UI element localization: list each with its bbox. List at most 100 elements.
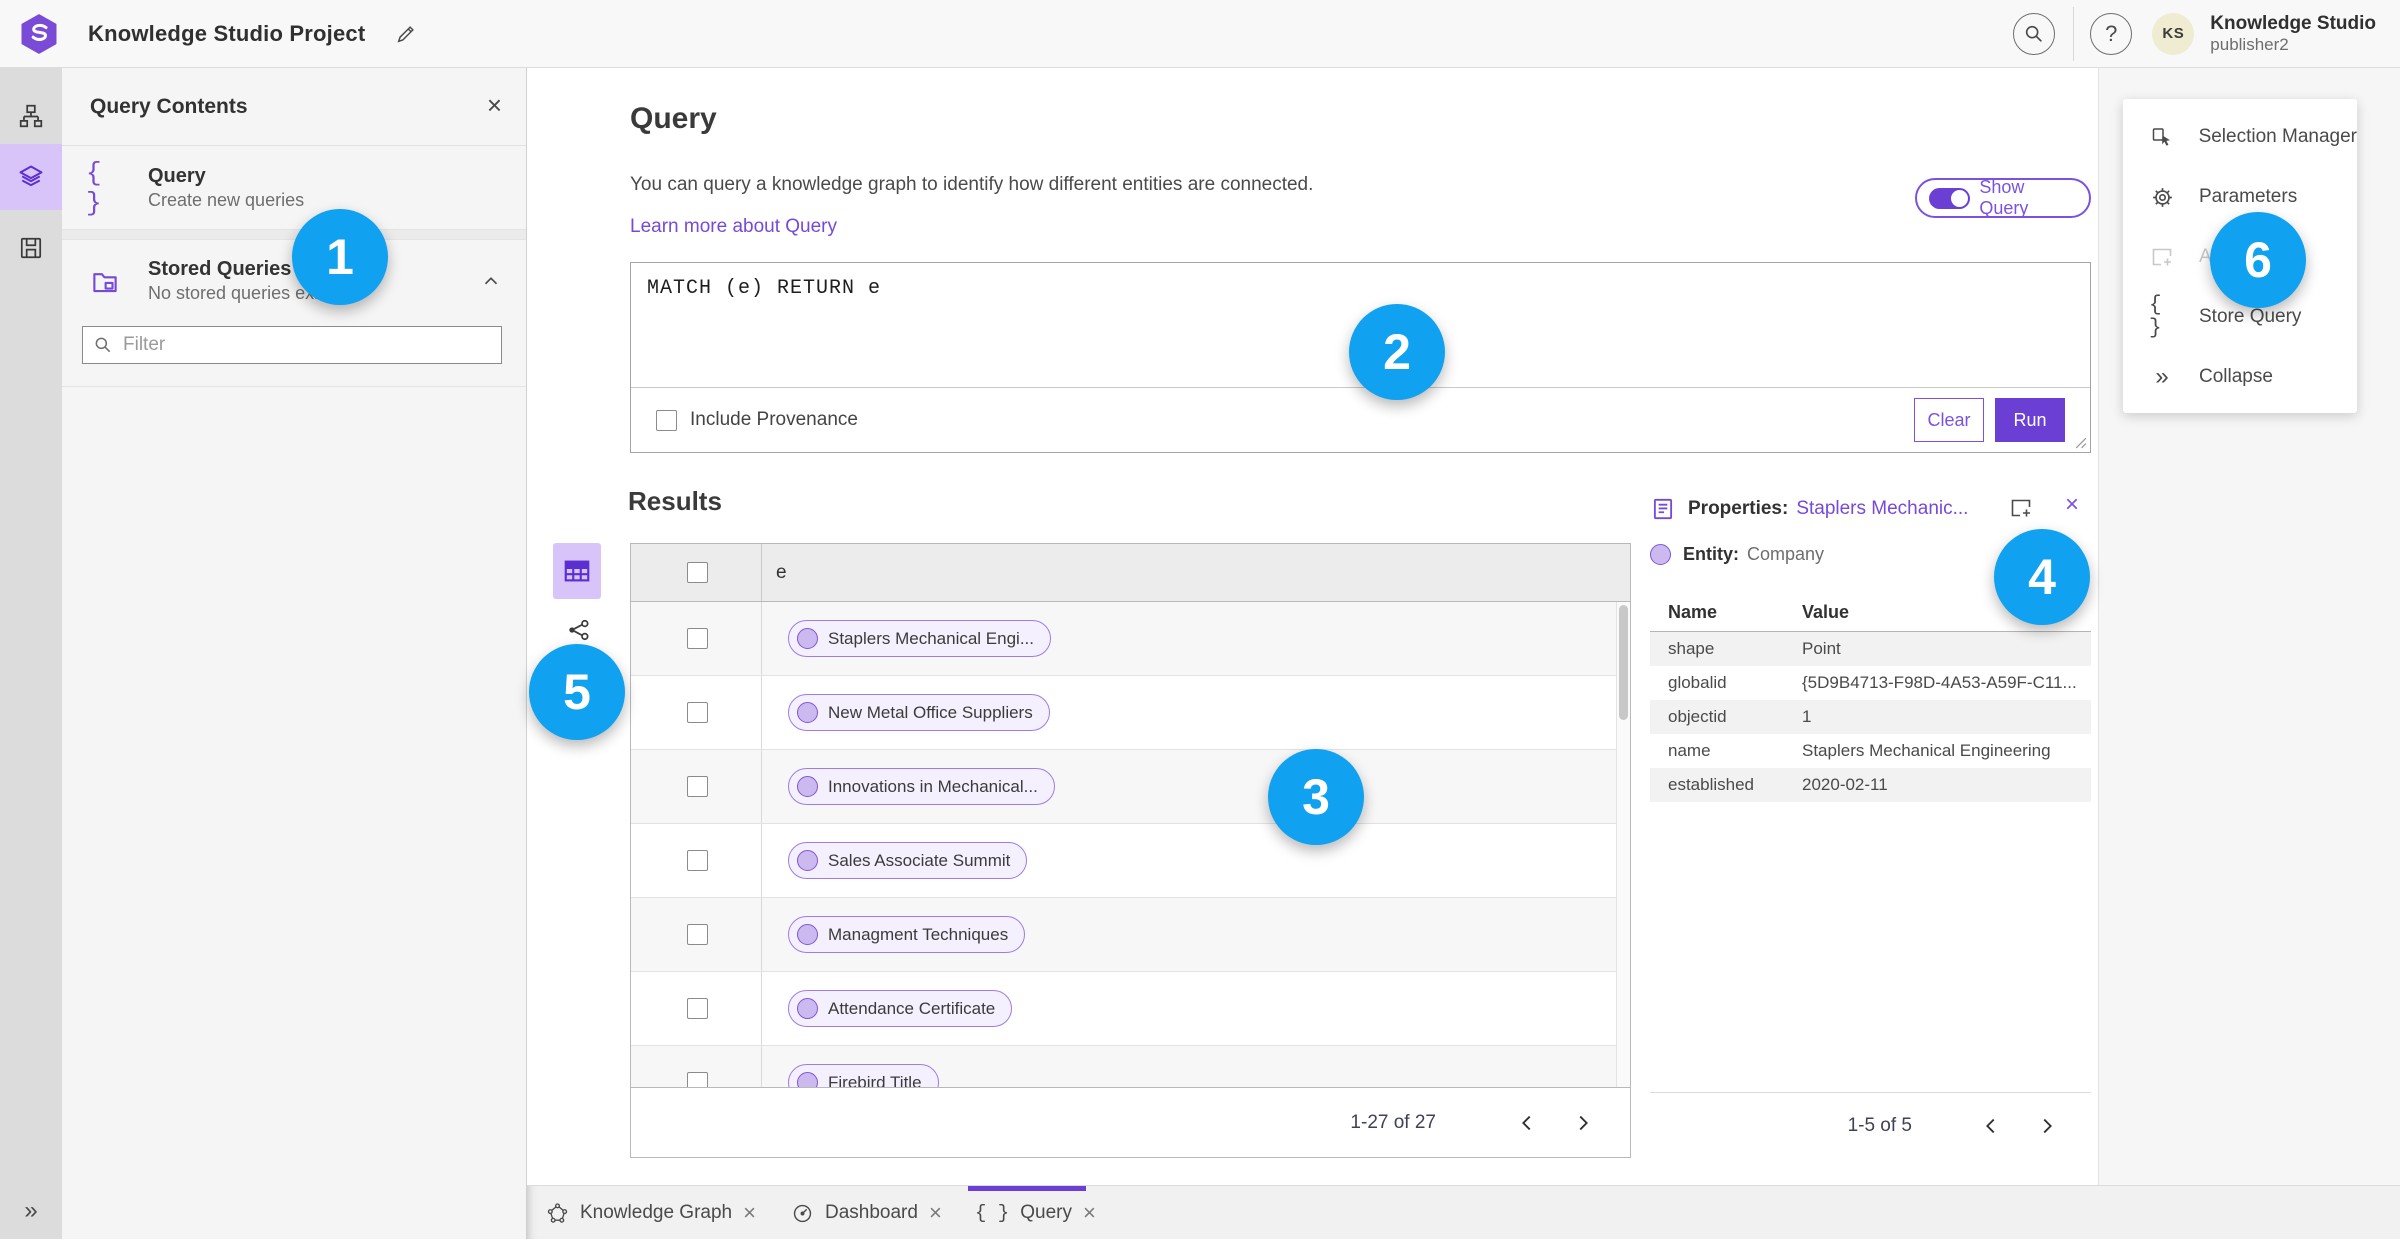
- row-checkbox[interactable]: [687, 924, 708, 945]
- braces-icon: { }: [2149, 294, 2162, 340]
- tab-query[interactable]: { } Query ×: [975, 1186, 1096, 1240]
- tab-knowledge-graph[interactable]: Knowledge Graph ×: [546, 1186, 756, 1240]
- expand-rail-button[interactable]: »: [0, 1197, 62, 1225]
- row-checkbox[interactable]: [687, 628, 708, 649]
- annotation-badge-6: 6: [2210, 212, 2306, 308]
- edit-title-button[interactable]: [391, 19, 421, 49]
- user-block[interactable]: Knowledge Studio publisher2: [2210, 13, 2376, 54]
- filter-field: [82, 326, 502, 364]
- app-header: Knowledge Studio Project ? KS Knowledge …: [0, 0, 2400, 68]
- entity-dot-icon: [797, 924, 818, 945]
- panel-section-divider: [62, 386, 526, 387]
- row-checkbox[interactable]: [687, 776, 708, 797]
- entity-dot-icon: [797, 702, 818, 723]
- query-description: You can query a knowledge graph to ident…: [630, 174, 1314, 195]
- table-row: New Metal Office Suppliers: [631, 676, 1630, 750]
- run-button[interactable]: Run: [1995, 398, 2065, 442]
- entity-type: Company: [1747, 543, 1825, 564]
- properties-next-page-button[interactable]: [2030, 1109, 2064, 1143]
- save-icon: [20, 237, 42, 259]
- results-next-page-button[interactable]: [1566, 1106, 1600, 1140]
- add-to-map-icon: [2152, 248, 2172, 266]
- menu-item-collapse[interactable]: » Collapse: [2123, 347, 2357, 407]
- include-provenance-checkbox[interactable]: [656, 409, 677, 431]
- tab-dashboard[interactable]: Dashboard ×: [791, 1186, 942, 1240]
- close-tab-icon[interactable]: ×: [1083, 1202, 1096, 1224]
- clear-button[interactable]: Clear: [1914, 398, 1984, 442]
- knowledge-graph-icon: [547, 1202, 568, 1223]
- query-item-subtitle: Create new queries: [148, 189, 305, 210]
- row-checkbox[interactable]: [687, 1072, 708, 1087]
- pencil-icon: [397, 25, 415, 42]
- table-icon: [564, 560, 590, 582]
- help-icon: ?: [2105, 20, 2118, 46]
- properties-pagination-divider: [1650, 1092, 2091, 1093]
- row-checkbox[interactable]: [687, 850, 708, 871]
- link-chart-view-button[interactable]: [565, 616, 593, 644]
- close-properties-button[interactable]: ×: [2065, 493, 2079, 517]
- show-query-label: Show Query: [1979, 177, 2029, 218]
- property-row: shape Point: [1650, 632, 2091, 666]
- entity-pill[interactable]: Managment Techniques: [788, 916, 1026, 953]
- property-row: established 2020-02-11: [1650, 768, 2091, 802]
- annotation-badge-5: 5: [529, 644, 625, 740]
- results-title: Results: [628, 486, 722, 516]
- properties-doc-icon: [1653, 498, 1673, 520]
- scrollbar-thumb[interactable]: [1619, 605, 1628, 720]
- results-prev-page-button[interactable]: [1510, 1106, 1544, 1140]
- project-title: Knowledge Studio Project: [88, 20, 366, 46]
- results-page-range: 1-27 of 27: [1350, 1111, 1436, 1133]
- help-button[interactable]: ?: [2090, 12, 2133, 55]
- panel-separator: [62, 230, 526, 240]
- rail-schema-button[interactable]: [0, 88, 62, 144]
- collapse-stored-queries-button[interactable]: [480, 270, 502, 292]
- entity-pill[interactable]: Innovations in Mechanical...: [788, 768, 1055, 805]
- entity-pill[interactable]: Sales Associate Summit: [788, 842, 1028, 879]
- results-table-body: Staplers Mechanical Engi... New Metal Of…: [631, 602, 1630, 1087]
- results-pagination: 1-27 of 27: [630, 1087, 1631, 1158]
- entity-pill[interactable]: Attendance Certificate: [788, 990, 1013, 1027]
- chevron-up-icon: [484, 277, 498, 285]
- resize-handle-icon[interactable]: [2074, 436, 2087, 449]
- show-query-toggle[interactable]: Show Query: [1915, 177, 2091, 218]
- filter-search-icon: [95, 337, 111, 353]
- entity-label: Entity:: [1683, 543, 1739, 564]
- entity-pill[interactable]: Firebird Title: [788, 1064, 939, 1087]
- search-button[interactable]: [2013, 12, 2056, 55]
- stored-queries-folder-icon: [93, 273, 117, 293]
- rail-contents-button[interactable]: [0, 144, 62, 210]
- table-row: Managment Techniques: [631, 898, 1630, 972]
- query-item[interactable]: { } Query Create new queries: [62, 146, 526, 230]
- learn-more-link[interactable]: Learn more about Query: [630, 216, 837, 238]
- filter-input[interactable]: [123, 334, 491, 356]
- toggle-knob: [1951, 189, 1969, 207]
- include-provenance-label: Include Provenance: [690, 409, 858, 430]
- gear-icon: [2152, 187, 2172, 207]
- rail-save-button[interactable]: [0, 220, 62, 276]
- entity-pill[interactable]: Staplers Mechanical Engi...: [788, 620, 1051, 657]
- results-scrollbar: [1616, 602, 1630, 1087]
- properties-entity-link[interactable]: Staplers Mechanic...: [1796, 498, 1968, 520]
- main-content: Query You can query a knowledge graph to…: [527, 68, 2098, 1185]
- menu-item-selection-manager[interactable]: Selection Manager: [2123, 107, 2357, 167]
- search-icon: [2026, 25, 2043, 42]
- close-tab-icon[interactable]: ×: [929, 1202, 942, 1224]
- close-tab-icon[interactable]: ×: [743, 1202, 756, 1224]
- query-editor-footer: Include Provenance Clear Run: [631, 388, 2090, 452]
- add-to-map-button[interactable]: [2009, 496, 2033, 520]
- row-checkbox[interactable]: [687, 998, 708, 1019]
- layers-icon: [19, 165, 43, 187]
- table-row: Staplers Mechanical Engi...: [631, 602, 1630, 676]
- select-all-checkbox[interactable]: [687, 562, 708, 583]
- row-checkbox[interactable]: [687, 702, 708, 723]
- entity-pill[interactable]: New Metal Office Suppliers: [788, 694, 1050, 731]
- close-panel-button[interactable]: ×: [487, 92, 502, 118]
- selection-manager-icon: [2152, 128, 2170, 146]
- annotation-badge-2: 2: [1349, 304, 1445, 400]
- properties-prev-page-button[interactable]: [1974, 1109, 2008, 1143]
- annotation-badge-4: 4: [1994, 529, 2090, 625]
- properties-header: Properties: Staplers Mechanic... ×: [1650, 492, 2091, 526]
- table-row: Sales Associate Summit: [631, 824, 1630, 898]
- table-view-button[interactable]: [553, 543, 601, 599]
- avatar[interactable]: KS: [2152, 12, 2195, 55]
